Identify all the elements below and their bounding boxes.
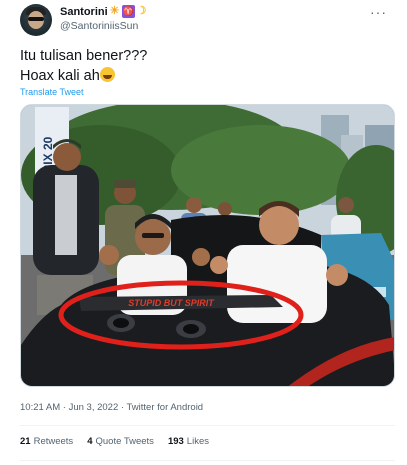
meta-separator: · xyxy=(62,402,66,413)
likes-count: 193 xyxy=(167,436,184,447)
quote-tweets-count: 4 xyxy=(87,436,93,447)
author-display-name[interactable]: Santorini xyxy=(60,6,108,18)
tweet-text-line1: Itu tulisan bener??? xyxy=(20,48,148,64)
quote-tweets-label: Quote Tweets xyxy=(95,436,154,447)
avatar-glasses xyxy=(28,17,44,21)
retweets-count: 21 xyxy=(20,436,31,447)
tweet-text-line2: Hoax kali ah xyxy=(20,68,100,84)
more-options-icon[interactable]: ··· xyxy=(370,4,387,20)
tweet-photo[interactable]: E-PRIX 20 STUPID BUT SPIRIT xyxy=(20,104,395,387)
likes-stat[interactable]: 193 Likes xyxy=(168,436,209,447)
sun-emoji-icon: ☀ xyxy=(109,5,120,17)
aries-emoji-icon: ♈ xyxy=(121,5,135,18)
tweet-date[interactable]: Jun 3, 2022 xyxy=(69,402,119,413)
divider xyxy=(20,460,395,461)
face-with-tears-of-joy-icon xyxy=(99,67,115,82)
tweet-card: Santorini ☀ ♈ ☽ @SantoriniisSun ··· Itu … xyxy=(0,0,407,465)
tweet-meta: 10:21 AM · Jun 3, 2022 · Twitter for And… xyxy=(20,402,203,413)
author-name-row[interactable]: Santorini ☀ ♈ ☽ xyxy=(60,5,146,18)
likes-label: Likes xyxy=(186,436,209,447)
avatar[interactable] xyxy=(20,4,52,36)
photo-illustration: E-PRIX 20 STUPID BUT SPIRIT xyxy=(21,105,394,386)
retweets-label: Retweets xyxy=(33,436,74,447)
tweet-source: Twitter for Android xyxy=(126,402,204,413)
author-handle[interactable]: @SantoriniisSun xyxy=(60,20,138,32)
car-slogan-text: STUPID BUT SPIRIT xyxy=(128,298,215,308)
tweet-stats: 21 Retweets 4 Quote Tweets 193 Likes xyxy=(20,436,209,447)
translate-tweet-link[interactable]: Translate Tweet xyxy=(20,87,84,97)
retweets-stat[interactable]: 21 Retweets xyxy=(20,436,73,447)
crescent-moon-emoji-icon: ☽ xyxy=(136,5,147,17)
tweet-text: Itu tulisan bener??? Hoax kali ah xyxy=(20,46,147,86)
tweet-time[interactable]: 10:21 AM xyxy=(20,402,60,413)
divider xyxy=(20,425,395,426)
quote-tweets-stat[interactable]: 4 Quote Tweets xyxy=(87,436,154,447)
meta-separator: · xyxy=(120,402,125,413)
